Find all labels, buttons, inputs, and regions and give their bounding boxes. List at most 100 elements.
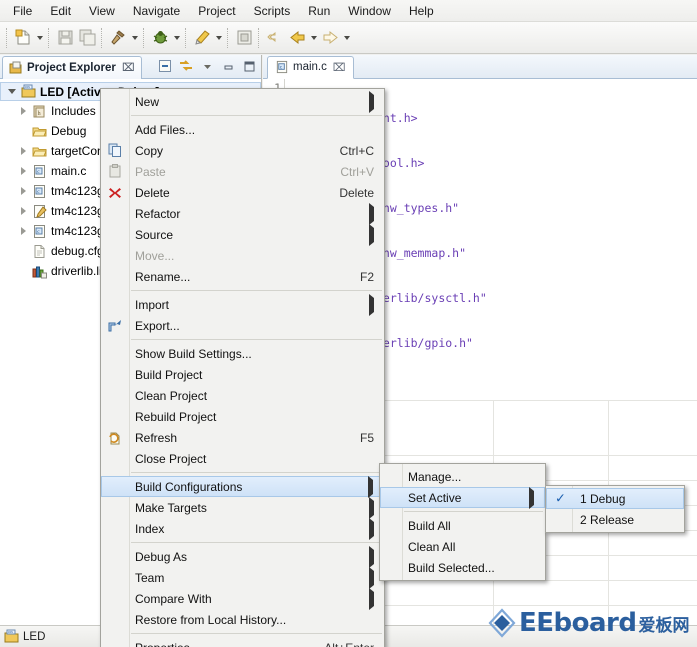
build-dropdown-arrow[interactable]	[129, 27, 140, 49]
menu-item-set-active[interactable]: Set Active	[380, 487, 545, 508]
menu-item-new[interactable]: New	[101, 91, 384, 112]
submenu-arrow-icon	[355, 95, 374, 109]
menu-item-manage[interactable]: Manage...	[380, 466, 545, 487]
console-icon[interactable]	[233, 27, 255, 49]
debug-dropdown-arrow[interactable]	[171, 27, 182, 49]
menu-item-restore-local-history[interactable]: Restore from Local History...	[101, 609, 384, 630]
menu-item-rebuild-project[interactable]: Rebuild Project	[101, 406, 384, 427]
menu-item-build-configurations[interactable]: Build Configurations	[101, 476, 384, 497]
twisty-open-icon[interactable]	[5, 82, 19, 102]
view-menu-icon[interactable]	[198, 57, 216, 75]
menu-item-label: Manage...	[408, 469, 462, 484]
menu-project[interactable]: Project	[189, 1, 244, 21]
menu-view[interactable]: View	[80, 1, 124, 21]
menu-item-import[interactable]: Import	[101, 294, 384, 315]
svg-text:h: h	[37, 111, 40, 117]
back-history-icon[interactable]	[264, 27, 286, 49]
menu-item-refactor[interactable]: Refactor	[101, 203, 384, 224]
twisty-closed-icon[interactable]	[16, 201, 30, 221]
twisty-closed-icon[interactable]	[16, 221, 30, 241]
forward-dropdown-arrow[interactable]	[341, 27, 352, 49]
toolbar-grip	[101, 27, 104, 48]
menu-item-label: Export...	[135, 318, 180, 333]
maximize-icon[interactable]	[240, 57, 258, 75]
menu-item-delete[interactable]: Delete Delete	[101, 182, 384, 203]
menu-item-label: Move...	[135, 248, 175, 263]
forward-arrow-icon[interactable]	[319, 27, 341, 49]
tree-item-label: main.c	[51, 164, 87, 178]
menu-separator	[404, 511, 543, 512]
menu-item-compare-with[interactable]: Compare With	[101, 588, 384, 609]
menu-item-debug-as[interactable]: Debug As	[101, 546, 384, 567]
save-icon[interactable]	[54, 27, 76, 49]
submenu-arrow-icon	[355, 501, 374, 515]
close-icon[interactable]: ⌧	[333, 61, 346, 74]
twisty-closed-icon[interactable]	[16, 161, 30, 181]
menu-item-copy[interactable]: Copy Ctrl+C	[101, 140, 384, 161]
copy-icon	[106, 142, 124, 160]
tab-project-explorer[interactable]: Project Explorer ⌧	[2, 55, 142, 79]
run-dropdown-arrow[interactable]	[213, 27, 224, 49]
new-dropdown-arrow[interactable]	[34, 27, 45, 49]
menu-item-refresh[interactable]: Refresh F5	[101, 427, 384, 448]
menu-item-export[interactable]: Export...	[101, 315, 384, 336]
twisty-closed-icon[interactable]	[16, 181, 30, 201]
folder-icon	[30, 124, 48, 139]
debug-bug-icon[interactable]	[149, 27, 171, 49]
menu-item-label: Debug As	[135, 549, 188, 564]
project-context-menu[interactable]: New Add Files... Copy Ctrl+C Paste Ctrl+…	[100, 88, 385, 647]
menu-item-accel: Delete	[339, 185, 374, 200]
tab-main-c[interactable]: c main.c ⌧	[267, 55, 354, 79]
menu-item-debug-config[interactable]: ✓ 1 Debug	[546, 488, 684, 509]
menu-item-clean-project[interactable]: Clean Project	[101, 385, 384, 406]
collapse-all-icon[interactable]	[156, 57, 174, 75]
menu-edit[interactable]: Edit	[41, 1, 80, 21]
menu-item-build-all[interactable]: Build All	[380, 515, 545, 536]
menu-run[interactable]: Run	[299, 1, 339, 21]
menu-item-label: Build All	[408, 518, 451, 533]
text-file-icon	[30, 244, 48, 259]
link-with-editor-icon[interactable]	[177, 57, 195, 75]
menu-item-make-targets[interactable]: Make Targets	[101, 497, 384, 518]
minimize-icon[interactable]	[219, 57, 237, 75]
menu-navigate[interactable]: Navigate	[124, 1, 189, 21]
menu-item-label: Build Configurations	[135, 479, 243, 494]
save-all-icon[interactable]	[76, 27, 98, 49]
menu-item-release-config[interactable]: 2 Release	[546, 509, 684, 530]
build-hammer-icon[interactable]	[107, 27, 129, 49]
submenu-arrow-icon	[355, 592, 374, 606]
menu-item-label: Rename...	[135, 269, 191, 284]
menu-item-build-project[interactable]: Build Project	[101, 364, 384, 385]
back-dropdown-arrow[interactable]	[308, 27, 319, 49]
menu-item-close-project[interactable]: Close Project	[101, 448, 384, 469]
menu-item-source[interactable]: Source	[101, 224, 384, 245]
menu-item-index[interactable]: Index	[101, 518, 384, 539]
run-icon[interactable]	[191, 27, 213, 49]
menu-separator	[131, 115, 382, 116]
twisty-closed-icon[interactable]	[16, 141, 30, 161]
menu-item-properties[interactable]: Properties Alt+Enter	[101, 637, 384, 647]
twisty-closed-icon[interactable]	[16, 101, 30, 121]
menu-help[interactable]: Help	[400, 1, 443, 21]
menu-item-build-selected[interactable]: Build Selected...	[380, 557, 545, 578]
tree-item-label: Debug	[51, 124, 87, 138]
menu-scripts[interactable]: Scripts	[245, 1, 300, 21]
menu-item-accel: Ctrl+V	[340, 164, 374, 179]
c-file-icon: c	[30, 224, 48, 239]
menu-item-clean-all[interactable]: Clean All	[380, 536, 545, 557]
menu-item-team[interactable]: Team	[101, 567, 384, 588]
main-toolbar	[0, 22, 697, 54]
menu-item-label: Copy	[135, 143, 164, 158]
menu-window[interactable]: Window	[339, 1, 400, 21]
new-icon[interactable]	[12, 27, 34, 49]
menu-item-add-files[interactable]: Add Files...	[101, 119, 384, 140]
set-active-submenu[interactable]: ✓ 1 Debug 2 Release	[545, 485, 685, 533]
build-configurations-submenu[interactable]: Manage... Set Active Build All Clean All…	[379, 463, 546, 581]
close-icon[interactable]: ⌧	[122, 61, 135, 74]
back-arrow-icon[interactable]	[286, 27, 308, 49]
menu-item-label: Refactor	[135, 206, 181, 221]
menu-item-label: Compare With	[135, 591, 212, 606]
menu-item-show-build-settings[interactable]: Show Build Settings...	[101, 343, 384, 364]
menu-file[interactable]: File	[4, 1, 41, 21]
menu-item-rename[interactable]: Rename... F2	[101, 266, 384, 287]
